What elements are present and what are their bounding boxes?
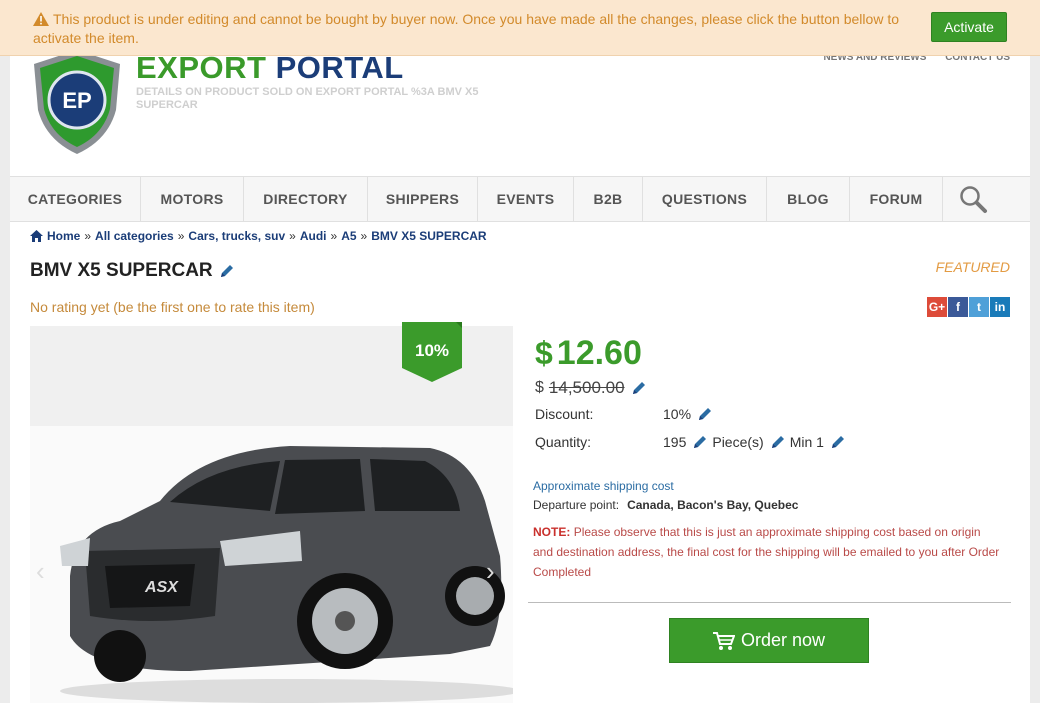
product-title: BMV X5 SUPERCAR: [30, 260, 235, 282]
edit-notice-banner: This product is under editing and cannot…: [0, 0, 1040, 56]
nav-b2b[interactable]: B2B: [574, 177, 643, 221]
quantity-value: 195: [663, 434, 687, 450]
cart-icon: [712, 631, 735, 650]
shipping-note: NOTE: Please observe that this is just a…: [533, 522, 1003, 582]
car-image: ASX: [60, 446, 513, 703]
share-buttons: G+ f t in: [927, 297, 1010, 317]
shipping-cost-link[interactable]: Approximate shipping cost: [533, 479, 674, 493]
facebook-share-icon[interactable]: f: [948, 297, 968, 317]
discount-value: 10%: [663, 406, 692, 422]
breadcrumb-audi[interactable]: Audi: [300, 229, 327, 243]
nav-blog[interactable]: BLOG: [767, 177, 850, 221]
nav-motors[interactable]: MOTORS: [141, 177, 244, 221]
order-now-button[interactable]: Order now: [669, 618, 869, 663]
edit-price-pencil-icon[interactable]: [631, 380, 647, 396]
note-text: Please observe that this is just an appr…: [533, 525, 1000, 579]
quantity-row: Quantity: 195 Piece(s) Min 1: [535, 434, 846, 450]
product-title-text: BMV X5 SUPERCAR: [30, 260, 213, 281]
page: NEWS AND REVIEWS CONTACT US EP EXPORT PO…: [10, 0, 1030, 703]
product-image[interactable]: ASX: [30, 326, 513, 703]
nav-events[interactable]: EVENTS: [478, 177, 574, 221]
breadcrumb-all-categories[interactable]: All categories: [95, 229, 174, 243]
breadcrumb: Home» All categories» Cars, trucks, suv»…: [30, 229, 487, 243]
edit-min-pencil-icon[interactable]: [830, 434, 846, 450]
quantity-label: Quantity:: [535, 434, 592, 450]
rating-text[interactable]: No rating yet (be the first one to rate …: [30, 299, 315, 315]
nav-categories[interactable]: CATEGORIES: [10, 177, 141, 221]
prev-image-arrow-icon[interactable]: ‹: [36, 556, 45, 587]
current-price: $12.60: [535, 334, 642, 372]
search-icon: [959, 186, 987, 213]
discount-row: Discount: 10%: [535, 406, 713, 422]
featured-label: FEATURED: [935, 259, 1010, 275]
edit-title-pencil-icon[interactable]: [219, 263, 235, 279]
edit-unit-pencil-icon[interactable]: [770, 434, 786, 450]
nav-directory[interactable]: DIRECTORY: [244, 177, 368, 221]
notice-message: This product is under editing and cannot…: [33, 11, 899, 46]
divider: [528, 602, 1011, 603]
discount-label: Discount:: [535, 406, 594, 422]
logo-icon[interactable]: EP: [30, 48, 124, 156]
nav-forum[interactable]: FORUM: [850, 177, 943, 221]
breadcrumb-home[interactable]: Home: [47, 229, 80, 243]
old-price: $ 14,500.00: [535, 378, 647, 398]
breadcrumb-cars[interactable]: Cars, trucks, suv: [188, 229, 285, 243]
unit-value: Piece(s): [712, 434, 764, 450]
departure-label: Departure point:: [533, 498, 620, 512]
nav-shippers[interactable]: SHIPPERS: [368, 177, 478, 221]
brand-tagline: DETAILS ON PRODUCT SOLD ON EXPORT PORTAL…: [136, 86, 479, 111]
edit-discount-pencil-icon[interactable]: [697, 406, 713, 422]
breadcrumb-current[interactable]: BMV X5 SUPERCAR: [371, 229, 486, 243]
breadcrumb-a5[interactable]: A5: [341, 229, 356, 243]
twitter-share-icon[interactable]: t: [969, 297, 989, 317]
home-icon: [30, 230, 43, 242]
note-label: NOTE:: [533, 525, 571, 539]
logo-letters: EP: [62, 88, 91, 113]
next-image-arrow-icon[interactable]: ›: [486, 556, 495, 587]
nav-questions[interactable]: QUESTIONS: [643, 177, 767, 221]
search-button[interactable]: [943, 177, 1002, 221]
edit-quantity-pencil-icon[interactable]: [692, 434, 708, 450]
departure-point: Departure point: Canada, Bacon's Bay, Que…: [533, 498, 798, 512]
main-nav: CATEGORIES MOTORS DIRECTORY SHIPPERS EVE…: [10, 176, 1030, 222]
min-value: Min 1: [789, 434, 824, 450]
car-badge: ASX: [144, 579, 179, 596]
order-now-label: Order now: [740, 630, 826, 650]
google-plus-share-icon[interactable]: G+: [927, 297, 947, 317]
linkedin-share-icon[interactable]: in: [990, 297, 1010, 317]
departure-value: Canada, Bacon's Bay, Quebec: [627, 498, 799, 512]
activate-button[interactable]: Activate: [931, 12, 1007, 42]
discount-badge: 10%: [414, 341, 450, 360]
